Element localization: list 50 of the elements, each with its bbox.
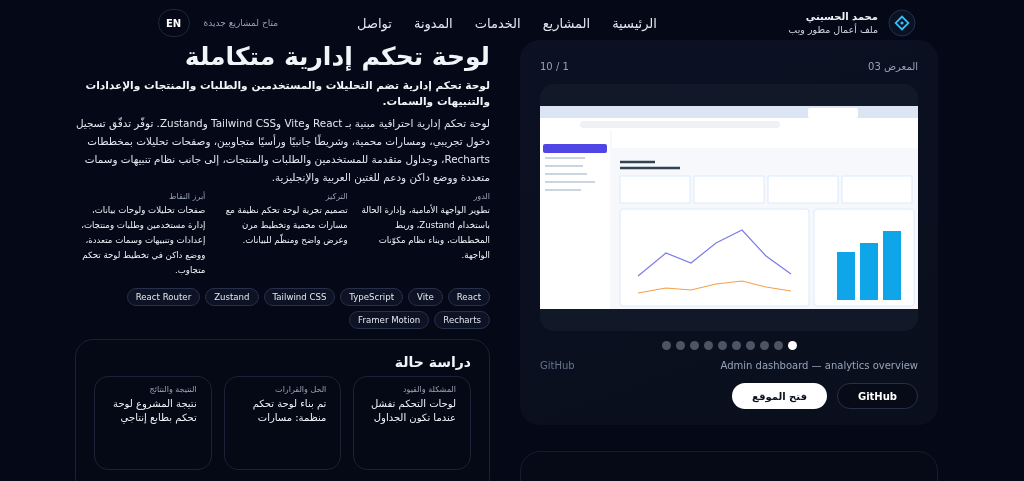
nav-link[interactable]: الخدمات bbox=[474, 15, 521, 31]
slide-counter: 10 / 1 bbox=[540, 60, 569, 72]
fact-label: الدور bbox=[472, 192, 490, 201]
action-button[interactable]: فتح الموقع bbox=[732, 383, 827, 409]
carousel-dot[interactable] bbox=[745, 341, 755, 350]
source-link[interactable]: GitHub bbox=[540, 360, 575, 371]
action-button[interactable]: GitHub bbox=[836, 383, 918, 409]
case-card-text: لوحات التحكم تفشل عندما تكون الجداول bbox=[369, 397, 456, 425]
fact-text: تطوير الواجهة الأمامية، وإدارة الحالة باستخدام Zustand، وربط المخططات، وبناء نظام مكوّنات الواجهة. bbox=[360, 203, 490, 262]
carousel-dot[interactable] bbox=[661, 341, 671, 350]
tech-tag: React Router bbox=[126, 288, 201, 306]
carousel-dot[interactable] bbox=[703, 341, 713, 350]
nav-link[interactable]: المشاريع bbox=[542, 15, 591, 31]
fact-text: تصميم تجربة لوحة تحكم نظيفة مع مسارات محمية وتخطيط مرن وعرض واضح ومنظّم للبيانات. bbox=[224, 204, 348, 247]
case-card-label: المشكلة والقيود bbox=[402, 385, 456, 394]
fact-label: أبرز النقاط bbox=[168, 192, 206, 201]
project-subtitle: لوحة تحكم إدارية تضم التحليلات والمستخدمين والطلبات والمنتجات والإعدادات والتنبيهات والسمات. bbox=[84, 78, 490, 109]
site-owner-name: محمد الحسيني bbox=[804, 11, 878, 22]
carousel-dot[interactable] bbox=[787, 341, 797, 350]
tech-tag: Zustand bbox=[205, 288, 259, 306]
language-button[interactable]: EN bbox=[157, 9, 190, 37]
case-card-label: النتيجة والنتائج bbox=[148, 385, 197, 394]
project-title: لوحة تحكم إدارية متكاملة bbox=[183, 41, 490, 73]
carousel-dot[interactable] bbox=[773, 341, 783, 350]
nav-link[interactable]: المدونة bbox=[413, 15, 453, 31]
nav-link[interactable]: تواصل bbox=[357, 15, 392, 31]
tech-tag: Vite bbox=[408, 288, 443, 306]
logo-icon[interactable] bbox=[888, 9, 916, 37]
fact-text: صفحات تحليلات ولوحات بيانات، إدارة مستخدمين وطلبات ومنتجات، إعدادات وتنبيهات وسمات متعددة، ووضع داكن في تخطيط لوحة تحكم متجاوب. bbox=[80, 204, 206, 277]
tech-tag: Recharts bbox=[434, 311, 490, 329]
case-card-text: تم بناء لوحة تحكم منظمة: مسارات bbox=[251, 397, 327, 425]
gallery-label: المعرض 03 bbox=[868, 60, 918, 72]
availability-text: متاح لمشاريع جديدة bbox=[203, 18, 278, 28]
carousel-dot[interactable] bbox=[689, 341, 699, 350]
project-description: لوحة تحكم إدارية احترافية مبنية بـ React وVite وTailwind CSS وZustand. توفّر تدفّق تسجيل دخول تجريبي، ومسارات محمية، وشريطًا جانبيًا ورأسيًا متجاوبين، وصفحات تحليلات بمخططات Recharts، وجداول متقدمة للمستخدمين والطلبات والمنتجات، إلى جانب نظام تنبيهات وسمات متعددة ووضع داكن ودعم للغتين العربية والإنجليزية. bbox=[75, 116, 490, 186]
tech-tag: Tailwind CSS bbox=[263, 288, 336, 306]
carousel-dot[interactable] bbox=[717, 341, 727, 350]
case-card-label: الحل والقرارات bbox=[274, 385, 327, 394]
tech-tag: Framer Motion bbox=[349, 311, 430, 329]
case-card-text: نتيجة المشروع لوحة تحكم بطابع إنتاجي bbox=[112, 397, 197, 425]
carousel-dot[interactable] bbox=[731, 341, 741, 350]
image-caption: Admin dashboard — analytics overview bbox=[720, 360, 918, 371]
nav-link[interactable]: الرئيسية bbox=[612, 15, 657, 31]
site-tagline: ملف أعمال مطور ويب bbox=[788, 24, 878, 35]
fact-label: التركيز bbox=[324, 192, 348, 201]
tech-tag: TypeScript bbox=[340, 288, 404, 306]
tech-tag: React bbox=[447, 288, 490, 306]
carousel-dot[interactable] bbox=[675, 341, 685, 350]
carousel-dot[interactable] bbox=[759, 341, 769, 350]
case-study-title: دراسة حالة bbox=[393, 354, 471, 370]
